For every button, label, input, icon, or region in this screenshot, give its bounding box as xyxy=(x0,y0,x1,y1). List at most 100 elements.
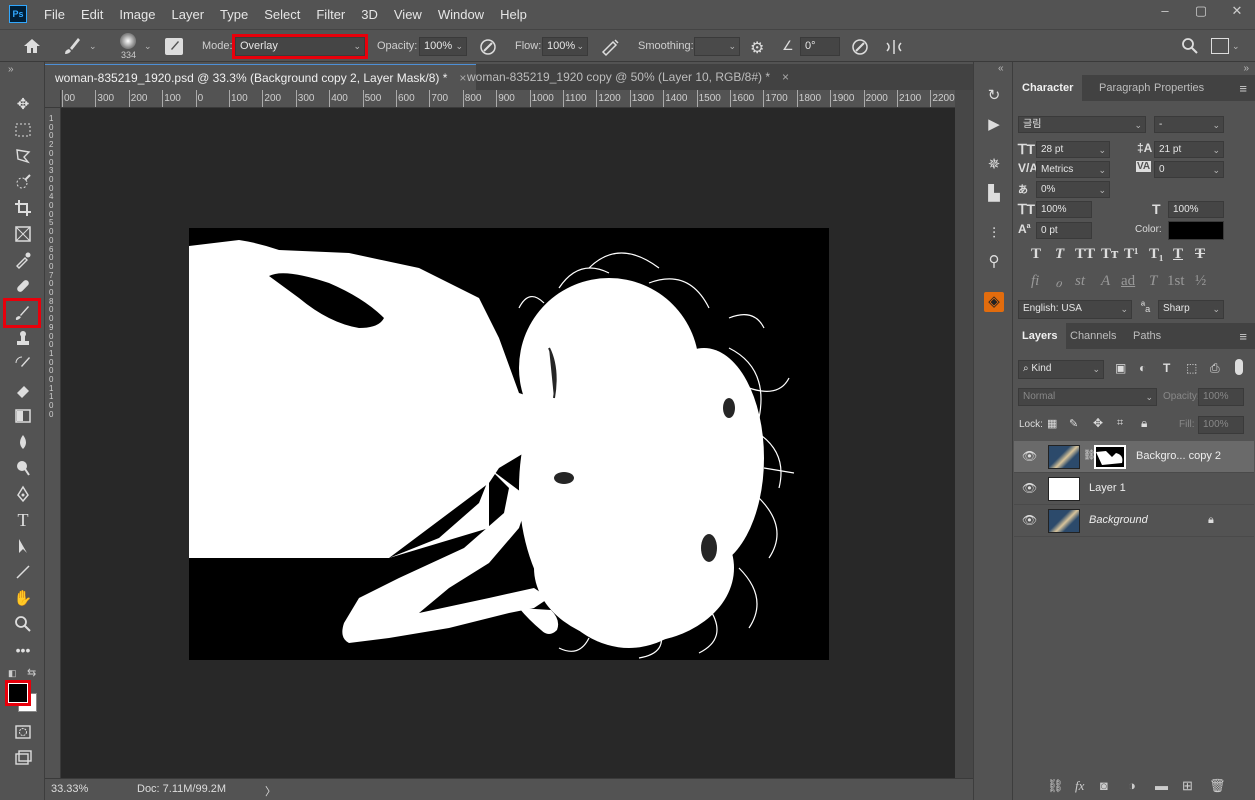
quick-select-tool-icon[interactable] xyxy=(10,170,36,194)
layer-row[interactable]: 👁︎ ⛓ Backgro... copy 2 xyxy=(1014,441,1254,473)
filter-adjustment-icon[interactable]: ◐ xyxy=(1139,361,1146,375)
layer-row[interactable]: 👁︎ Layer 1 xyxy=(1014,473,1254,505)
adjustment-layer-icon[interactable]: ◑ xyxy=(1128,778,1136,793)
line-tool-icon[interactable] xyxy=(10,560,36,584)
old-style-button[interactable]: ℴ xyxy=(1055,273,1062,292)
chevron-down-icon[interactable]: ⌄ xyxy=(144,41,152,52)
tsume-select[interactable]: 0% ⌄ xyxy=(1036,181,1110,198)
collapse-icon[interactable]: » xyxy=(8,64,14,75)
all-caps-button[interactable]: TT xyxy=(1075,246,1095,263)
visibility-eye-icon[interactable]: 👁︎ xyxy=(1022,514,1037,526)
crop-tool-icon[interactable] xyxy=(10,196,36,220)
restore-button[interactable]: ▢ xyxy=(1183,0,1219,24)
text-color-swatch[interactable] xyxy=(1168,221,1224,240)
opacity-field[interactable]: 100% ⌄ xyxy=(419,37,467,56)
layer-name[interactable]: Backgro... copy 2 xyxy=(1136,450,1221,462)
visibility-eye-icon[interactable]: 👁︎ xyxy=(1022,482,1037,494)
plugin-icon[interactable]: ◈ xyxy=(984,292,1004,312)
filter-type-icon[interactable]: T xyxy=(1163,361,1170,375)
symmetry-icon[interactable] xyxy=(884,37,904,57)
lock-artboard-icon[interactable]: ⌗ xyxy=(1117,417,1123,430)
brush-settings-panel-icon[interactable]: ⚲ xyxy=(984,252,1004,272)
layer-name[interactable]: Background xyxy=(1089,514,1148,526)
visibility-eye-icon[interactable]: 👁︎ xyxy=(1022,450,1037,462)
alternates-button[interactable]: A xyxy=(1101,273,1110,290)
foreground-color-swatch[interactable] xyxy=(5,680,31,706)
fill-field[interactable]: 100% xyxy=(1198,416,1244,434)
baseline-shift-field[interactable]: 0 pt xyxy=(1036,222,1092,239)
pen-tool-icon[interactable] xyxy=(10,482,36,506)
airbrush-icon[interactable] xyxy=(599,37,621,57)
path-select-tool-icon[interactable] xyxy=(10,534,36,558)
tab-properties[interactable]: Properties xyxy=(1145,75,1213,101)
menu-type[interactable]: Type xyxy=(212,7,256,22)
menu-help[interactable]: Help xyxy=(492,7,535,22)
search-icon[interactable] xyxy=(1181,37,1199,55)
brush-tip-icon[interactable] xyxy=(120,33,136,49)
gear-icon[interactable]: ⚙ xyxy=(750,38,764,58)
titling-button[interactable]: T xyxy=(1149,273,1157,290)
vertical-scrollbar[interactable] xyxy=(955,90,973,778)
tab-woman-copy[interactable]: woman-835219_1920 copy @ 50% (Layer 10, … xyxy=(457,64,799,90)
discretionary-ligatures-button[interactable]: ad xyxy=(1121,273,1135,290)
vertical-scale-field[interactable]: 100% xyxy=(1036,201,1092,218)
menu-edit[interactable]: Edit xyxy=(73,7,111,22)
smoothing-field[interactable]: ⌄ xyxy=(694,37,740,56)
layer-mask-thumbnail[interactable] xyxy=(1094,445,1126,469)
lock-transparent-icon[interactable]: ▦ xyxy=(1047,417,1057,430)
navigator-icon[interactable]: ✵ xyxy=(984,155,1004,175)
menu-window[interactable]: Window xyxy=(430,7,492,22)
menu-3d[interactable]: 3D xyxy=(353,7,386,22)
layer-filter-select[interactable]: ⌕ Kind ⌄ xyxy=(1018,360,1104,379)
history-brush-tool-icon[interactable] xyxy=(10,352,36,376)
type-tool-icon[interactable]: T xyxy=(10,508,36,532)
minimize-button[interactable]: – xyxy=(1147,0,1183,24)
close-button[interactable]: ✕ xyxy=(1219,0,1255,24)
lock-position-icon[interactable]: ✥ xyxy=(1093,416,1103,430)
font-size-field[interactable]: 28 pt ⌄ xyxy=(1036,141,1110,158)
ligatures-button[interactable]: fi xyxy=(1031,273,1039,290)
tab-character[interactable]: Character xyxy=(1013,75,1083,101)
close-icon[interactable]: × xyxy=(782,70,789,84)
zoom-level[interactable]: 33.33% xyxy=(51,783,88,795)
document-canvas[interactable] xyxy=(189,228,829,660)
swap-colors-icon[interactable]: ⇆ xyxy=(27,666,36,679)
underline-button[interactable]: T xyxy=(1173,246,1183,263)
faux-italic-button[interactable]: T xyxy=(1055,246,1064,263)
mode-select[interactable]: Overlay ⌄ xyxy=(232,34,368,59)
pressure-opacity-icon[interactable] xyxy=(478,37,498,57)
lock-paint-icon[interactable]: ✎ xyxy=(1069,417,1078,430)
add-mask-icon[interactable]: ◙ xyxy=(1100,778,1108,793)
marquee-tool-icon[interactable] xyxy=(10,118,36,142)
antialias-select[interactable]: Sharp ⌄ xyxy=(1158,300,1224,319)
filter-smartobject-icon[interactable]: ⎙ xyxy=(1210,361,1220,376)
layer-opacity-field[interactable]: 100% xyxy=(1198,388,1244,406)
menu-filter[interactable]: Filter xyxy=(308,7,353,22)
actions-play-icon[interactable]: ▶ xyxy=(984,115,1004,135)
workspace-icon[interactable] xyxy=(1211,38,1229,54)
fractions-button[interactable]: ½ xyxy=(1195,273,1206,290)
delete-layer-icon[interactable]: 🗑︎ xyxy=(1209,778,1226,794)
menu-view[interactable]: View xyxy=(386,7,430,22)
horizontal-scale-field[interactable]: 100% xyxy=(1168,201,1224,218)
lock-all-icon[interactable]: 🔒︎ xyxy=(1141,416,1147,431)
blur-tool-icon[interactable] xyxy=(10,430,36,454)
home-icon[interactable] xyxy=(22,37,42,55)
healing-brush-tool-icon[interactable] xyxy=(10,274,36,298)
more-tools-icon[interactable]: ••• xyxy=(10,638,36,662)
font-style-select[interactable]: - ⌄ xyxy=(1154,116,1224,133)
menu-file[interactable]: File xyxy=(36,7,73,22)
filter-shape-icon[interactable]: ⬚ xyxy=(1186,361,1197,375)
screen-mode-icon[interactable] xyxy=(10,746,36,770)
chevron-down-icon[interactable]: ⌄ xyxy=(1232,41,1240,52)
faux-bold-button[interactable]: T xyxy=(1031,246,1041,263)
link-layers-icon[interactable]: ⛓ xyxy=(1047,778,1064,794)
new-layer-icon[interactable]: ⊞ xyxy=(1182,778,1193,794)
quick-mask-icon[interactable] xyxy=(10,720,36,744)
lasso-tool-icon[interactable] xyxy=(10,144,36,168)
small-caps-button[interactable]: Tт xyxy=(1101,246,1118,263)
gradient-tool-icon[interactable] xyxy=(10,404,36,428)
pressure-size-icon[interactable] xyxy=(850,37,870,57)
menu-image[interactable]: Image xyxy=(111,7,163,22)
filter-toggle[interactable] xyxy=(1235,359,1243,375)
